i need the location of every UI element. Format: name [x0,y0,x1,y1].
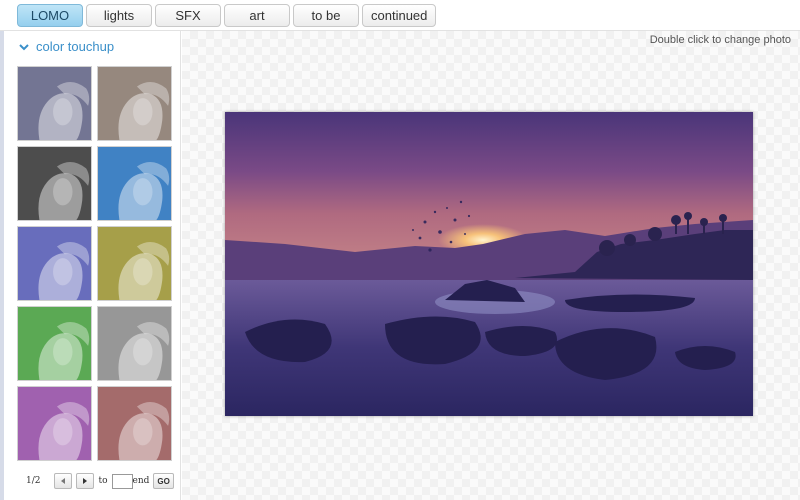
next-page-button[interactable] [76,473,95,489]
end-label: end [132,476,150,486]
portrait-thumbnail-image [18,227,91,300]
photo-canvas: Double click to change photo [182,31,800,500]
tab-continued[interactable]: continued [362,3,437,27]
effect-thumbnail[interactable] [97,146,172,221]
portrait-thumbnail-image [18,147,91,220]
effect-thumbnail[interactable] [97,386,172,461]
tab-sfx[interactable]: SFX [155,3,221,27]
change-photo-hint: Double click to change photo [649,34,791,46]
to-label: to [98,476,108,486]
portrait-thumbnail-image [98,147,171,220]
portrait-thumbnail-image [18,67,91,140]
effect-thumbnail[interactable] [17,66,92,141]
effect-thumbnail[interactable] [17,386,92,461]
effect-thumbnail[interactable] [97,306,172,381]
effect-thumbnail[interactable] [17,226,92,301]
thumbnail-pager: 1/2 to end GO [26,471,174,491]
preview-photo[interactable] [225,112,753,416]
effect-thumbnail[interactable] [97,66,172,141]
portrait-thumbnail-image [18,387,91,460]
page-indicator: 1/2 [26,476,41,486]
portrait-thumbnail-image [98,67,171,140]
effects-sidebar: color touchup 1/2 to end GO [0,31,181,500]
tab-lights[interactable]: lights [86,3,152,27]
effect-thumbnail[interactable] [17,306,92,381]
triangle-right-icon [83,478,88,484]
prev-page-button[interactable] [54,473,73,489]
section-title: color touchup [36,39,115,54]
effect-thumbnail[interactable] [97,226,172,301]
portrait-thumbnail-image [18,307,91,380]
tab-to-be[interactable]: to be [293,3,359,27]
chevron-down-icon [18,41,30,53]
portrait-thumbnail-image [98,227,171,300]
filter-tab-bar: LOMO lights SFX art to be continued [0,0,800,31]
go-button[interactable]: GO [153,473,174,489]
triangle-left-icon [61,478,66,484]
section-header-color-touchup[interactable]: color touchup [18,39,114,54]
page-number-input[interactable] [111,473,133,489]
effect-thumbnail[interactable] [17,146,92,221]
portrait-thumbnail-image [98,387,171,460]
sunset-seascape-image [225,112,753,416]
tab-lomo[interactable]: LOMO [17,3,83,27]
effect-thumbnail-grid [17,66,172,461]
tab-art[interactable]: art [224,3,290,27]
portrait-thumbnail-image [98,307,171,380]
